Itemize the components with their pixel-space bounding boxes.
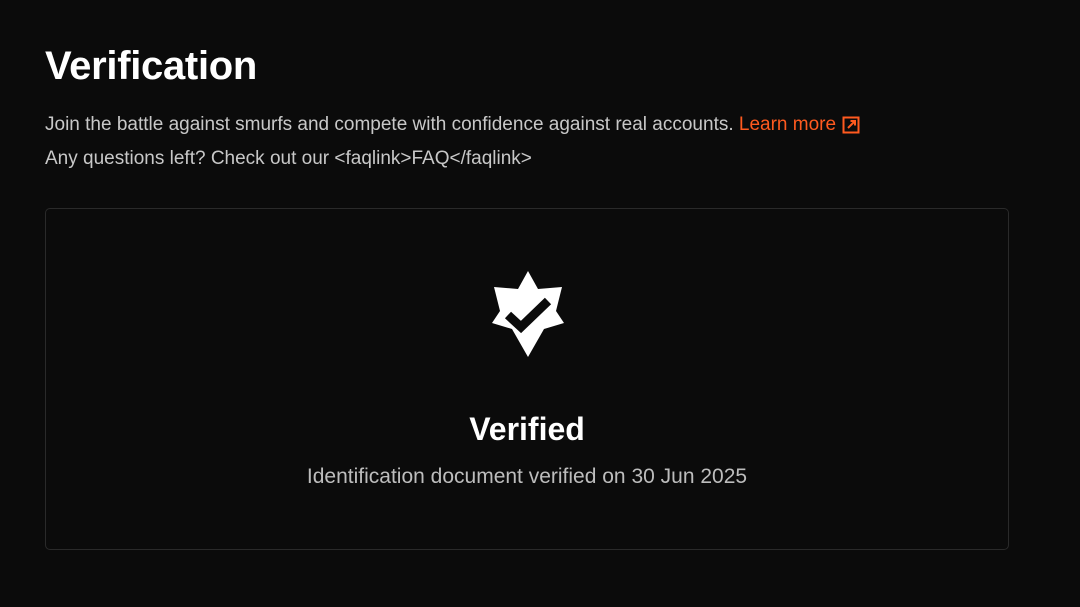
verification-status-card: Verified Identification document verifie… (45, 208, 1009, 550)
status-subtitle: Identification document verified on 30 J… (306, 465, 748, 488)
external-link-icon (842, 116, 860, 134)
status-title: Verified (469, 411, 585, 447)
verified-badge-icon (492, 271, 564, 357)
description-line-2: Any questions left? Check out our <faqli… (45, 148, 532, 169)
learn-more-label: Learn more (738, 114, 837, 135)
description: Join the battle against smurfs and compe… (45, 108, 1080, 176)
description-line-1: Join the battle against smurfs and compe… (45, 108, 1080, 142)
learn-more-link[interactable]: Learn more (739, 108, 860, 142)
verification-page: Verification Join the battle against smu… (0, 0, 1080, 607)
page-title: Verification (45, 44, 258, 88)
description-text: Join the battle against smurfs and compe… (45, 114, 734, 135)
